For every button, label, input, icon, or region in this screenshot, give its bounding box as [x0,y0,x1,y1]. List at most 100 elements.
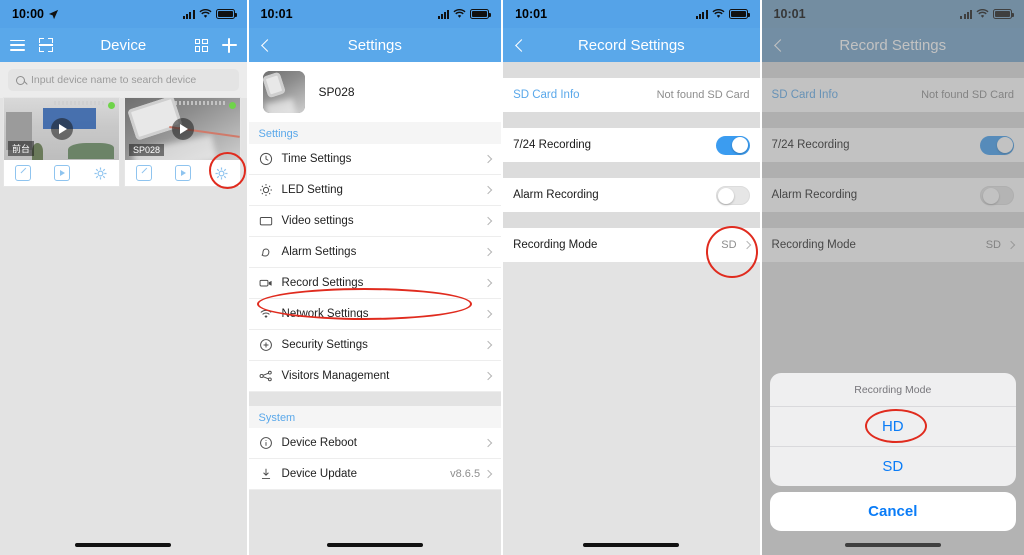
sidebar-item-visitors-management[interactable]: Visitors Management [248,361,502,392]
sidebar-item-time-settings[interactable]: Time Settings [248,144,502,175]
row-sd-card-info[interactable]: SD Card Info Not found SD Card [503,78,760,112]
wifi-icon [199,9,212,18]
playback-icon[interactable] [53,165,70,181]
row-label: Record Settings [281,277,364,289]
sidebar-item-device-update[interactable]: Device Update v8.6.5 [248,459,502,490]
action-sheet-title: Recording Mode [769,373,1016,407]
search-icon [16,75,25,85]
settings-gear-icon[interactable] [214,166,229,181]
home-indicator [75,542,172,547]
action-sheet-option-hd[interactable]: HD [769,407,1016,447]
row-label: Security Settings [281,339,368,351]
chevron-right-icon [483,309,493,319]
chevron-right-icon [483,438,493,448]
chevron-right-icon [483,154,493,164]
search-bar [0,62,247,98]
device-card-list: 前台 SP028 [0,98,247,186]
play-icon[interactable] [50,118,73,140]
sidebar-item-alarm-settings[interactable]: Alarm Settings [248,237,502,268]
sidebar-item-device-reboot[interactable]: Device Reboot [248,428,502,459]
sidebar-item-network-settings[interactable]: Network Settings [248,299,502,330]
row-724-recording[interactable]: 7/24 Recording [503,128,760,162]
row-label: Network Settings [281,308,369,320]
sidebar-item-video-settings[interactable]: Video settings [248,206,502,237]
device-update-version: v8.6.5 [450,468,481,480]
chevron-right-icon [483,278,493,288]
page-title: Record Settings [577,36,685,54]
sidebar-item-record-settings[interactable]: Record Settings [248,268,502,299]
home-indicator [326,542,423,547]
panel-device-list: 10:00 Device Input device name to search… [0,0,247,555]
section-gap [503,62,760,78]
section-gap [503,162,760,178]
row-label: SD Card Info [513,89,580,101]
cancel-button[interactable]: Cancel [769,492,1016,531]
osd-timestamp [54,101,106,105]
row-alarm-recording[interactable]: Alarm Recording [503,178,760,212]
device-thumbnail[interactable]: 前台 [4,98,119,160]
search-input[interactable] [31,74,231,86]
playback-icon[interactable] [174,165,191,181]
plus-icon[interactable] [221,37,237,53]
toggle-alarm-recording[interactable] [715,185,750,205]
wifi-icon [712,9,725,18]
back-chevron-icon[interactable] [515,38,528,52]
device-thumbnail[interactable]: SP028 [125,98,240,160]
row-label: Alarm Recording [513,189,599,201]
back-chevron-icon[interactable] [260,38,274,52]
wifi-icon [453,9,466,18]
action-sheet: Recording Mode HD SD Cancel [769,373,1016,531]
download-icon [259,467,273,481]
action-sheet-group: Recording Mode HD SD [769,373,1016,486]
status-time: 10:01 [260,7,293,21]
lightbulb-icon [259,183,273,197]
play-icon[interactable] [171,118,194,140]
action-sheet-option-sd[interactable]: SD [770,447,1016,486]
hamburger-menu-icon[interactable] [10,39,25,51]
panel-settings: 10:01 Settings SP028 Settings Time Setti… [248,0,502,555]
device-card-actions [4,160,119,186]
row-recording-mode[interactable]: Recording Mode SD [503,228,760,262]
sd-card-status: Not found SD Card [656,89,750,101]
row-label: 7/24 Recording [513,139,592,151]
qr-scan-icon[interactable] [39,38,53,52]
panel-record-settings-action-sheet: 10:01 Record Settings SD Card Info Not f… [761,0,1024,555]
device-card[interactable]: SP028 [125,98,240,186]
row-label: Device Reboot [281,437,357,449]
status-time: 10:01 [515,7,548,21]
chevron-right-icon [483,185,493,195]
status-bar: 10:00 [0,0,247,28]
settings-list: Time Settings LED Setting Video settings [248,144,502,392]
edit-icon[interactable] [136,165,153,181]
clock-icon [259,152,273,166]
settings-gear-icon[interactable] [93,166,108,181]
online-status-dot [229,102,236,109]
sidebar-item-security-settings[interactable]: Security Settings [248,330,502,361]
device-card[interactable]: 前台 [4,98,119,186]
edit-icon[interactable] [15,165,32,181]
chevron-right-icon [483,247,493,257]
device-thumbnail [262,71,305,113]
battery-icon [215,9,237,19]
online-status-dot [108,102,115,109]
grid-view-icon[interactable] [194,38,208,52]
shield-plus-icon [259,338,273,352]
group-header-system: System [248,406,502,428]
screenshot-strip: 10:00 Device Input device name to search… [0,0,1024,555]
device-card-actions [125,160,240,186]
nav-bar-settings: Settings [248,28,502,62]
camcorder-icon [259,276,273,290]
sidebar-item-led-setting[interactable]: LED Setting [248,175,502,206]
search-box[interactable] [8,69,239,91]
chevron-right-icon [742,240,751,250]
info-circle-icon [259,436,273,450]
nav-bar-record-settings: Record Settings [503,28,760,62]
home-indicator [583,542,680,547]
status-bar: 10:01 [248,0,502,28]
row-label: LED Setting [281,184,343,196]
cellular-signal-icon [695,9,708,19]
location-arrow-icon [48,9,59,19]
toggle-724-recording[interactable] [715,135,750,155]
battery-icon [470,9,492,19]
video-frame-icon [259,214,273,228]
